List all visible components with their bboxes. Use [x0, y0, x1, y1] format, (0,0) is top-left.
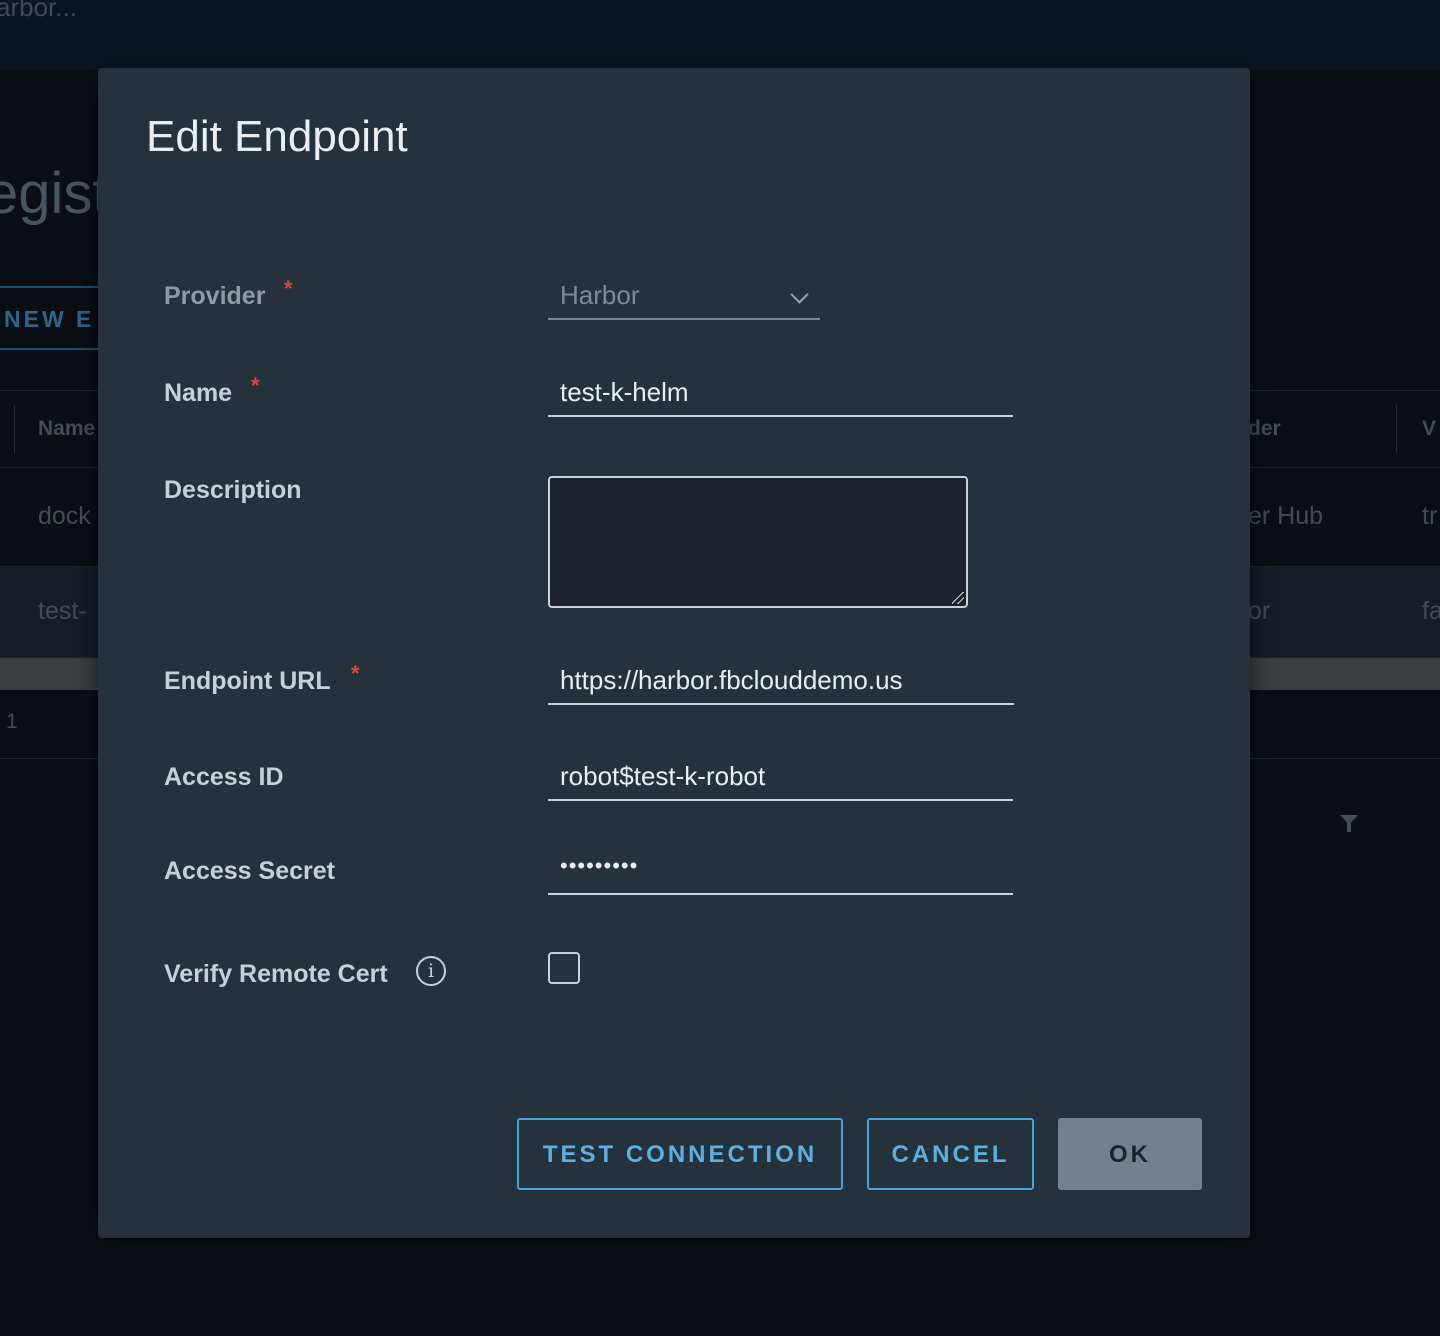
- column-header-provider[interactable]: der: [1248, 417, 1281, 441]
- new-endpoint-button-label: NEW E: [4, 306, 95, 332]
- name-label-text: Name: [164, 379, 233, 407]
- filter-icon[interactable]: [1340, 815, 1358, 832]
- endpoint-url-input[interactable]: https://harbor.fbclouddemo.us: [548, 665, 1014, 705]
- provider-select-value: Harbor: [560, 280, 640, 310]
- column-header-name[interactable]: Name: [38, 417, 95, 441]
- access-secret-input[interactable]: •••••••••: [548, 853, 1013, 895]
- name-input-value: test-k-helm: [560, 377, 689, 407]
- column-separator[interactable]: [14, 405, 15, 453]
- edit-endpoint-modal: Edit Endpoint Provider * Harbor Name * t…: [98, 68, 1250, 1238]
- access-id-value: robot$test-k-robot: [560, 761, 766, 791]
- access-secret-value: •••••••••: [560, 853, 639, 878]
- cancel-button[interactable]: CANCEL: [867, 1118, 1034, 1190]
- description-label: Description: [164, 476, 302, 504]
- verify-cert-label: Verify Remote Cert: [164, 960, 388, 988]
- info-icon[interactable]: i: [416, 956, 446, 986]
- required-marker: *: [284, 276, 293, 301]
- required-marker: *: [351, 661, 360, 686]
- row-name: dock: [38, 502, 91, 530]
- access-id-label: Access ID: [164, 763, 284, 791]
- endpoint-url-label: Endpoint URL *: [164, 661, 360, 696]
- row-name: test-: [38, 597, 87, 625]
- access-secret-label: Access Secret: [164, 857, 335, 885]
- app-header: arbor...: [0, 0, 1440, 70]
- provider-select[interactable]: Harbor: [548, 280, 820, 320]
- column-separator[interactable]: [1396, 405, 1397, 453]
- app-header-title: arbor...: [0, 0, 77, 22]
- row-v: tr: [1422, 502, 1438, 530]
- chevron-down-icon: [790, 285, 809, 304]
- resize-grip-icon[interactable]: [952, 592, 964, 604]
- endpoint-url-label-text: Endpoint URL: [164, 667, 331, 695]
- description-textarea[interactable]: [548, 476, 968, 608]
- modal-title: Edit Endpoint: [146, 112, 408, 161]
- row-v: fa: [1422, 597, 1440, 625]
- name-label: Name *: [164, 373, 260, 408]
- name-input[interactable]: test-k-helm: [548, 377, 1013, 417]
- ok-button[interactable]: OK: [1058, 1118, 1202, 1190]
- page-title: egist: [0, 161, 109, 226]
- row-provider: or: [1248, 597, 1271, 625]
- provider-label-text: Provider: [164, 282, 266, 310]
- test-connection-button[interactable]: TEST CONNECTION: [517, 1118, 843, 1190]
- pagination-count: 1: [6, 710, 18, 733]
- row-provider: er Hub: [1248, 502, 1324, 530]
- provider-label: Provider *: [164, 276, 293, 311]
- endpoint-url-value: https://harbor.fbclouddemo.us: [560, 665, 903, 695]
- required-marker: *: [251, 373, 260, 398]
- verify-cert-checkbox[interactable]: [548, 952, 580, 984]
- access-id-input[interactable]: robot$test-k-robot: [548, 761, 1013, 801]
- column-header-v[interactable]: V: [1422, 417, 1436, 441]
